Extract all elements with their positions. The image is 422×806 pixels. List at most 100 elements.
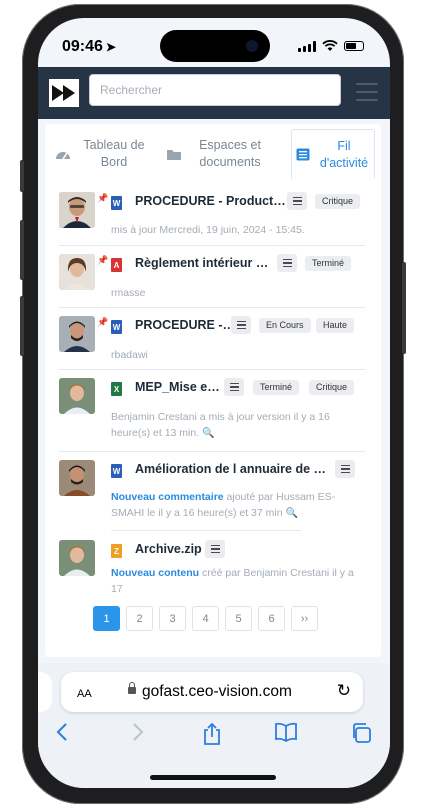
- camera-icon: [246, 40, 258, 52]
- forward-icon[interactable]: [132, 722, 144, 748]
- battery-icon: [344, 41, 364, 51]
- item-title[interactable]: PROCEDURE - Product…: [135, 194, 286, 208]
- avatar: [59, 460, 95, 496]
- reload-icon[interactable]: ↻: [337, 681, 351, 701]
- avatar: [59, 254, 95, 290]
- priority-badge: Critique: [315, 194, 361, 209]
- bookmarks-icon[interactable]: [274, 722, 298, 748]
- pin-icon: 📌: [97, 255, 109, 265]
- tabs-icon[interactable]: [350, 722, 372, 750]
- item-meta: rmasse: [111, 287, 146, 299]
- tab-dashboard-label: Tableau de Bord: [83, 138, 145, 169]
- url-label: gofast.ceo-vision.com: [142, 683, 292, 700]
- item-title[interactable]: Archive.zip: [135, 542, 202, 556]
- home-indicator: [150, 775, 276, 780]
- new-content-label: Nouveau contenu: [111, 567, 200, 579]
- gofast-logo[interactable]: [49, 79, 79, 107]
- share-icon[interactable]: [202, 722, 222, 752]
- safari-toolbar: [38, 720, 390, 750]
- item-title[interactable]: MEP_Mise e…: [135, 380, 220, 394]
- tab-dashboard[interactable]: Tableau de Bord: [51, 129, 151, 179]
- item-meta: rbadawi: [111, 349, 148, 361]
- divider: [111, 530, 301, 531]
- magnifier-icon[interactable]: 🔍: [286, 508, 298, 519]
- word-file-icon: W: [111, 196, 122, 210]
- volume-up-button: [20, 220, 24, 280]
- avatar: [59, 540, 95, 576]
- location-arrow-icon: ➤: [105, 40, 116, 54]
- status-badge: En Cours: [259, 318, 311, 333]
- status-icons: [298, 40, 364, 52]
- word-file-icon: W: [111, 464, 122, 478]
- page-button-4[interactable]: 4: [192, 606, 219, 631]
- page-button-3[interactable]: 3: [159, 606, 186, 631]
- avatar: [59, 378, 95, 414]
- item-menu-button[interactable]: [231, 316, 251, 334]
- item-menu-button[interactable]: [335, 460, 355, 478]
- previous-tab-preview[interactable]: [38, 672, 52, 712]
- item-title[interactable]: Règlement intérieur …: [135, 256, 268, 270]
- status-badge: Terminé: [305, 256, 352, 271]
- item-menu-button[interactable]: [205, 540, 225, 558]
- item-meta: Nouveau commentaire ajouté par Hussam ES…: [111, 489, 356, 522]
- avatar: [59, 192, 95, 228]
- phone-screen: 09:46➤ Tableau de Bord Espaces et docume…: [38, 18, 390, 788]
- item-meta: mis à jour Mercredi, 19 juin, 2024 - 15:…: [111, 224, 305, 236]
- tab-spaces-documents[interactable]: Espaces et documents: [155, 129, 281, 179]
- feed-item[interactable]: W Amélioration de l annuaire de … Nouvea…: [59, 452, 365, 532]
- main-card: Tableau de Bord Espaces et documents Fil…: [45, 124, 381, 657]
- magnifier-icon[interactable]: 🔍: [202, 428, 214, 439]
- avatar: [59, 316, 95, 352]
- word-file-icon: W: [111, 320, 122, 334]
- dashboard-icon: [56, 152, 70, 160]
- folder-icon: [167, 149, 181, 160]
- back-icon[interactable]: [56, 722, 68, 748]
- reader-settings-label: AA: [77, 688, 92, 700]
- address-bar[interactable]: AA gofast.ceo-vision.com ↻: [61, 672, 363, 712]
- feed-item[interactable]: 📌 W PROCEDURE - Product… Critique mis à …: [59, 184, 365, 246]
- url-text[interactable]: gofast.ceo-vision.com: [128, 682, 292, 701]
- pagination: 1 2 3 4 5 6 ››: [93, 606, 318, 631]
- safari-bottom-bar: AA gofast.ceo-vision.com ↻: [38, 663, 390, 788]
- item-meta-text: Benjamin Crestani a mis à jour version i…: [111, 411, 330, 439]
- item-meta: Benjamin Crestani a mis à jour version i…: [111, 409, 356, 442]
- status-badge: Terminé: [253, 380, 300, 395]
- tab-activity-feed[interactable]: Fil d'activité: [291, 129, 375, 179]
- item-menu-button[interactable]: [224, 378, 244, 396]
- reader-settings-button[interactable]: AA: [77, 684, 92, 700]
- tab-activity-label: Fil d'activité: [319, 138, 369, 170]
- fast-forward-icon: [52, 85, 75, 101]
- hamburger-menu-icon[interactable]: [356, 83, 378, 107]
- status-time-text: 09:46: [62, 38, 103, 55]
- tab-bar: Tableau de Bord Espaces et documents Fil…: [45, 124, 381, 184]
- new-comment-label: Nouveau commentaire: [111, 491, 224, 503]
- dynamic-island: [160, 30, 270, 62]
- item-menu-button[interactable]: [287, 192, 307, 210]
- excel-file-icon: X: [111, 382, 122, 396]
- priority-badge: Critique: [309, 380, 355, 395]
- mute-switch: [20, 160, 24, 192]
- tab-spaces-label: Espaces et documents: [199, 138, 261, 169]
- page-next-button[interactable]: ››: [291, 606, 318, 631]
- list-icon: [296, 148, 310, 161]
- pin-icon: 📌: [97, 193, 109, 203]
- item-title[interactable]: PROCEDURE -…: [135, 318, 235, 332]
- page-button-6[interactable]: 6: [258, 606, 285, 631]
- feed-item[interactable]: X MEP_Mise e… Terminé Critique Benjamin …: [59, 370, 365, 452]
- status-time: 09:46 ➤: [62, 38, 116, 56]
- item-title[interactable]: Amélioration de l annuaire de …: [135, 462, 326, 476]
- feed-item[interactable]: 📌 A Règlement intérieur … Terminé rmasse: [59, 246, 365, 308]
- priority-badge: Haute: [316, 318, 355, 333]
- signal-icon: [298, 40, 316, 52]
- search-input[interactable]: [89, 74, 341, 106]
- item-menu-button[interactable]: [277, 254, 297, 272]
- feed-item[interactable]: Z Archive.zip Nouveau contenu créé par B…: [59, 532, 365, 600]
- feed-item[interactable]: 📌 W PROCEDURE -… En Cours Haute rbadawi: [59, 308, 365, 370]
- page-button-5[interactable]: 5: [225, 606, 252, 631]
- page-button-1[interactable]: 1: [93, 606, 120, 631]
- zip-file-icon: Z: [111, 544, 122, 558]
- power-button: [402, 262, 406, 354]
- wifi-icon: [322, 40, 338, 51]
- page-button-2[interactable]: 2: [126, 606, 153, 631]
- app-header: [38, 67, 390, 119]
